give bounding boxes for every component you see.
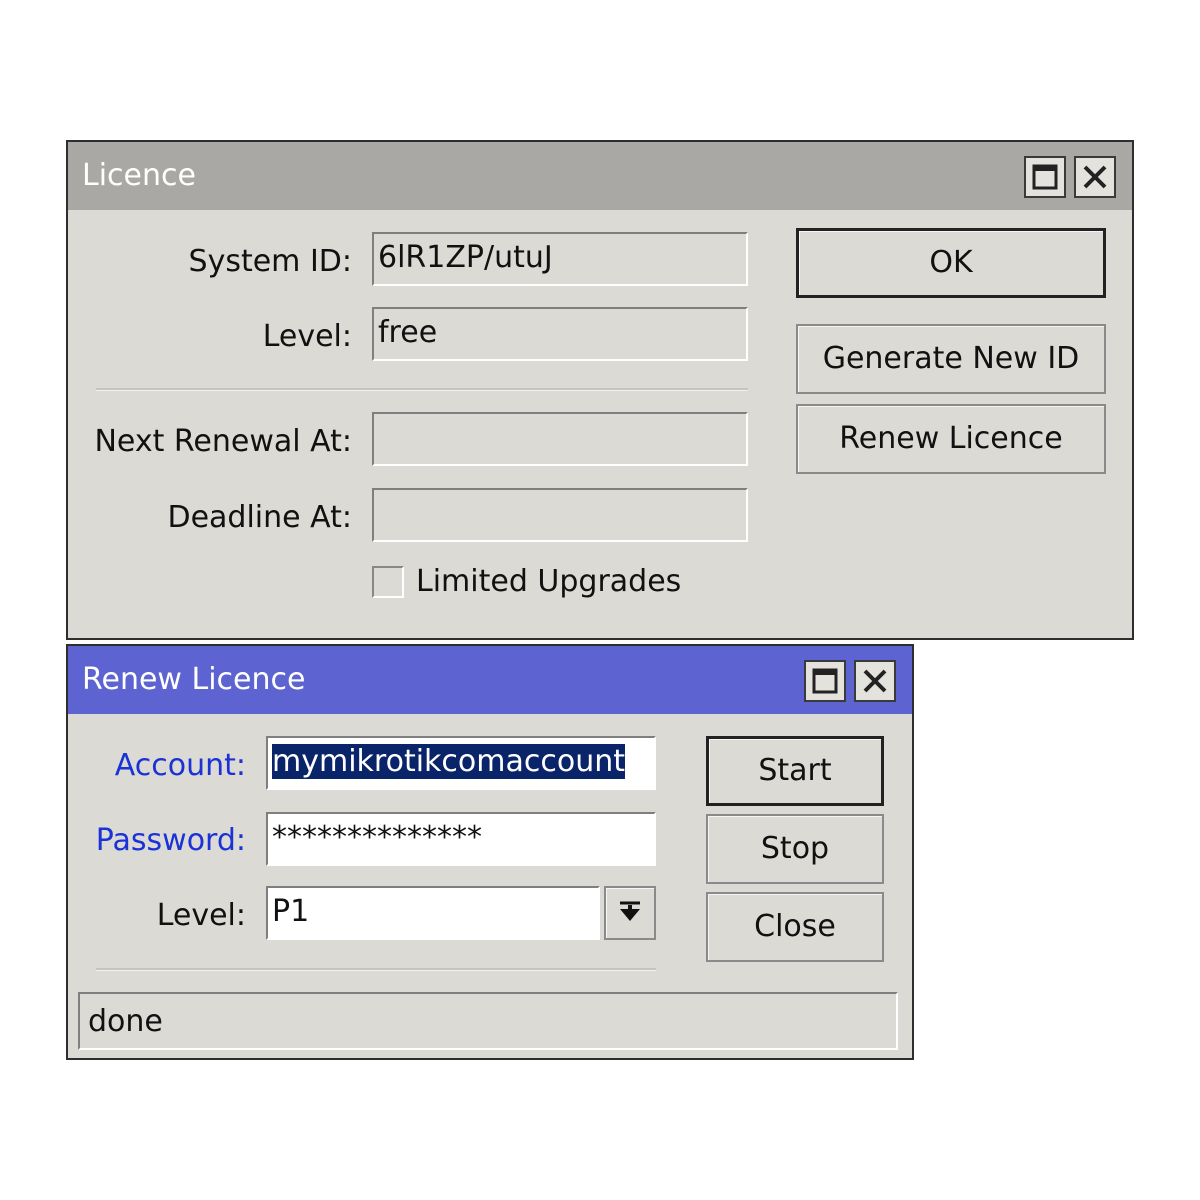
licence-window-title: Licence (82, 158, 196, 193)
account-label: Account: (114, 748, 246, 783)
close-icon (863, 669, 887, 693)
deadline-label: Deadline At: (167, 500, 352, 535)
renew-licence-window: Renew Licence Account: mymikrotikcomacco… (66, 644, 914, 1060)
limited-upgrades-checkbox[interactable] (372, 566, 404, 598)
renew-close-button[interactable] (854, 660, 896, 702)
next-renewal-label: Next Renewal At: (94, 424, 352, 459)
account-input[interactable]: mymikrotikcomaccount (266, 736, 656, 790)
deadline-field[interactable] (372, 488, 748, 542)
level-field[interactable]: free (372, 307, 748, 361)
level-label: Level: (262, 319, 352, 354)
licence-separator (96, 388, 748, 391)
system-id-label: System ID: (188, 244, 352, 279)
start-button[interactable]: Start (706, 736, 884, 806)
system-id-field[interactable]: 6lR1ZP/utuJ (372, 232, 748, 286)
close-button[interactable]: Close (706, 892, 884, 962)
status-bar: done (78, 992, 898, 1050)
password-input[interactable]: ************** (266, 812, 656, 866)
password-label: Password: (95, 823, 246, 858)
close-icon (1083, 165, 1107, 189)
licence-close-button[interactable] (1074, 156, 1116, 198)
level-dropdown-button[interactable] (604, 886, 656, 940)
licence-title-bar[interactable]: Licence (68, 142, 1132, 210)
renew-separator (96, 968, 656, 971)
generate-new-id-button[interactable]: Generate New ID (796, 324, 1106, 394)
maximize-icon (812, 668, 838, 694)
dropdown-arrow-icon (620, 901, 640, 921)
renew-level-select[interactable]: P1 (266, 886, 600, 940)
stop-button[interactable]: Stop (706, 814, 884, 884)
limited-upgrades-label: Limited Upgrades (416, 564, 682, 599)
renew-level-label: Level: (156, 898, 246, 933)
next-renewal-field[interactable] (372, 412, 748, 466)
renew-title-bar[interactable]: Renew Licence (68, 646, 912, 714)
licence-window: Licence System ID: 6lR1ZP/utuJ Level: fr… (66, 140, 1134, 640)
ok-button[interactable]: OK (796, 228, 1106, 298)
licence-maximize-button[interactable] (1024, 156, 1066, 198)
renew-window-title: Renew Licence (82, 662, 306, 697)
maximize-icon (1032, 164, 1058, 190)
renew-licence-button[interactable]: Renew Licence (796, 404, 1106, 474)
account-input-value: mymikrotikcomaccount (272, 744, 625, 779)
renew-maximize-button[interactable] (804, 660, 846, 702)
